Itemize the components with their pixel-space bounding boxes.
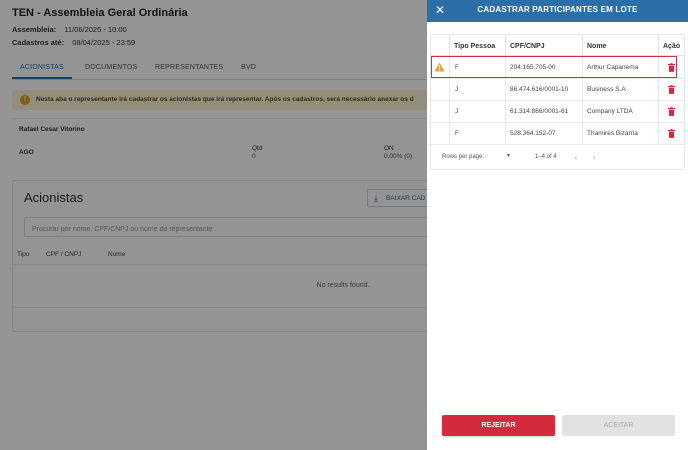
cell-tipo: J [455, 108, 459, 115]
cell-cpf-cnpj: 86.474.616/0001-10 [510, 86, 569, 93]
rows-per-page-select[interactable]: ▾ [507, 152, 519, 162]
divider [658, 123, 659, 145]
divider [582, 79, 583, 101]
trash-icon[interactable] [668, 129, 675, 138]
modal-backdrop[interactable] [0, 0, 427, 450]
divider [449, 35, 450, 56]
cell-cpf-cnpj: 61.314.866/0001-61 [510, 108, 569, 115]
divider [658, 35, 659, 56]
column-acao: Ação [663, 43, 681, 50]
cell-nome: Thamires Bizarria [587, 130, 638, 137]
accept-button[interactable]: ACEITAR [562, 415, 675, 436]
trash-icon[interactable] [668, 85, 675, 94]
cell-nome: Company LTDA [587, 108, 633, 115]
divider [582, 101, 583, 123]
bulk-participants-drawer: ✕ CADASTRAR PARTICIPANTES EM LOTE Tipo P… [427, 0, 688, 450]
cell-nome: Arthur Capanema [587, 64, 639, 71]
rows-per-page-label: Rows per page: [442, 154, 485, 160]
divider [505, 35, 506, 56]
divider [449, 101, 450, 123]
cell-cpf-cnpj: 204.165.705-00 [510, 64, 556, 71]
pagination-range: 1–4 of 4 [535, 154, 557, 160]
divider [658, 57, 659, 79]
column-nome: Nome [587, 43, 607, 50]
reject-button[interactable]: REJEITAR [442, 415, 555, 436]
divider [449, 57, 450, 79]
trash-icon[interactable] [668, 63, 675, 72]
chevron-right-icon[interactable]: › [589, 151, 599, 163]
divider [505, 101, 506, 123]
divider [582, 123, 583, 145]
divider [505, 79, 506, 101]
pagination: Rows per page: ▾ 1–4 of 4 ‹ › [431, 145, 684, 169]
cell-cpf-cnpj: 528.364.152-07 [510, 130, 556, 137]
trash-icon[interactable] [668, 107, 675, 116]
drawer-header: ✕ CADASTRAR PARTICIPANTES EM LOTE [427, 0, 688, 22]
divider [582, 57, 583, 79]
divider [658, 79, 659, 101]
chevron-left-icon[interactable]: ‹ [571, 151, 581, 163]
divider [582, 35, 583, 56]
warning-icon [434, 62, 445, 72]
divider [449, 123, 450, 145]
table-row: J 86.474.616/0001-10 Business S.A [431, 79, 684, 101]
divider [658, 101, 659, 123]
participants-table: Tipo Pessoa CPF/CNPJ Nome Ação F 204.165… [430, 34, 685, 170]
cell-tipo: J [455, 86, 459, 93]
divider [505, 123, 506, 145]
cell-tipo: F [455, 64, 459, 71]
divider [449, 79, 450, 101]
drawer-title: CADASTRAR PARTICIPANTES EM LOTE [477, 5, 638, 14]
table-row: J 61.314.866/0001-61 Company LTDA [431, 101, 684, 123]
table-row: F 528.364.152-07 Thamires Bizarria [431, 123, 684, 145]
column-cpf-cnpj: CPF/CNPJ [510, 43, 545, 50]
cell-tipo: F [455, 130, 459, 137]
table-row: F 204.165.705-00 Arthur Capanema [431, 57, 684, 79]
column-tipo-pessoa: Tipo Pessoa [454, 43, 496, 50]
divider [505, 57, 506, 79]
table-header: Tipo Pessoa CPF/CNPJ Nome Ação [431, 35, 684, 56]
cell-nome: Business S.A [587, 86, 626, 93]
